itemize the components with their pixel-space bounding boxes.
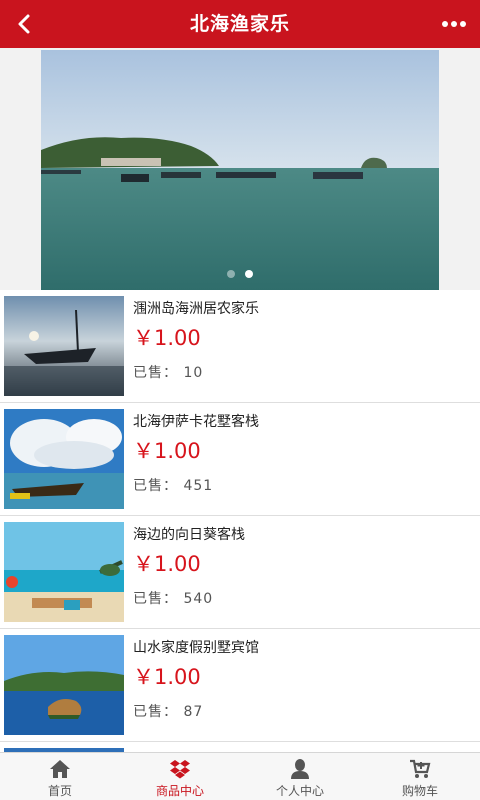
carousel-dot-active[interactable] <box>245 270 253 278</box>
more-dots-icon <box>442 21 466 27</box>
product-price: ￥1.00 <box>133 552 201 576</box>
product-sold-count: 已售： 87 <box>133 704 204 720</box>
tab-home[interactable]: 首页 <box>0 753 120 800</box>
product-item[interactable]: 涠洲岛海洲居农家乐 ￥1.00 已售： 10 <box>0 290 480 403</box>
page-title: 北海渔家乐 <box>189 13 290 35</box>
product-sold-count: 已售： 540 <box>133 591 214 607</box>
app-header: 北海渔家乐 <box>0 0 480 48</box>
product-name[interactable]: 山水家度假别墅宾馆 <box>133 637 259 657</box>
product-price: ￥1.00 <box>133 326 201 350</box>
tab-label: 个人中心 <box>275 784 324 798</box>
cart-icon <box>410 759 431 778</box>
product-price: ￥1.00 <box>133 439 201 463</box>
product-item[interactable]: 海边的向日葵客栈 ￥1.00 已售： 540 <box>0 516 480 629</box>
tab-label: 首页 <box>47 784 72 798</box>
carousel-dot[interactable] <box>227 270 235 278</box>
product-sold-count: 已售： 10 <box>133 365 204 381</box>
product-item[interactable]: 山水家度假别墅宾馆 ￥1.00 已售： 87 <box>0 629 480 742</box>
tab-cart[interactable]: 购物车 <box>360 753 480 800</box>
product-sold-count: 已售： 451 <box>133 478 214 494</box>
dropbox-icon <box>170 760 190 779</box>
product-thumbnail[interactable] <box>4 296 124 396</box>
product-name[interactable]: 海边的向日葵客栈 <box>133 524 245 544</box>
tab-personal-center[interactable]: 个人中心 <box>240 753 360 800</box>
product-thumbnail[interactable] <box>4 635 124 735</box>
tab-label: 商品中心 <box>155 784 204 798</box>
banner-image[interactable] <box>41 50 439 290</box>
carousel-indicators <box>41 270 439 278</box>
product-price: ￥1.00 <box>133 665 201 689</box>
home-icon <box>50 760 70 778</box>
bottom-tab-bar: 首页 商品中心 个人中心 购物车 <box>0 752 480 800</box>
product-thumbnail[interactable] <box>4 409 124 509</box>
product-item[interactable]: 北海伊萨卡花墅客栈 ￥1.00 已售： 451 <box>0 403 480 516</box>
more-button[interactable] <box>434 0 474 48</box>
banner-carousel[interactable] <box>0 48 480 290</box>
product-name[interactable]: 北海伊萨卡花墅客栈 <box>133 411 259 431</box>
tab-label: 购物车 <box>401 784 438 798</box>
product-name[interactable]: 涠洲岛海洲居农家乐 <box>133 298 259 318</box>
product-thumbnail[interactable] <box>4 522 124 622</box>
user-icon <box>291 759 309 779</box>
product-list: 涠洲岛海洲居农家乐 ￥1.00 已售： 10 北海伊萨卡花墅客栈 ￥1.00 已… <box>0 290 480 742</box>
tab-product-center[interactable]: 商品中心 <box>120 753 240 800</box>
